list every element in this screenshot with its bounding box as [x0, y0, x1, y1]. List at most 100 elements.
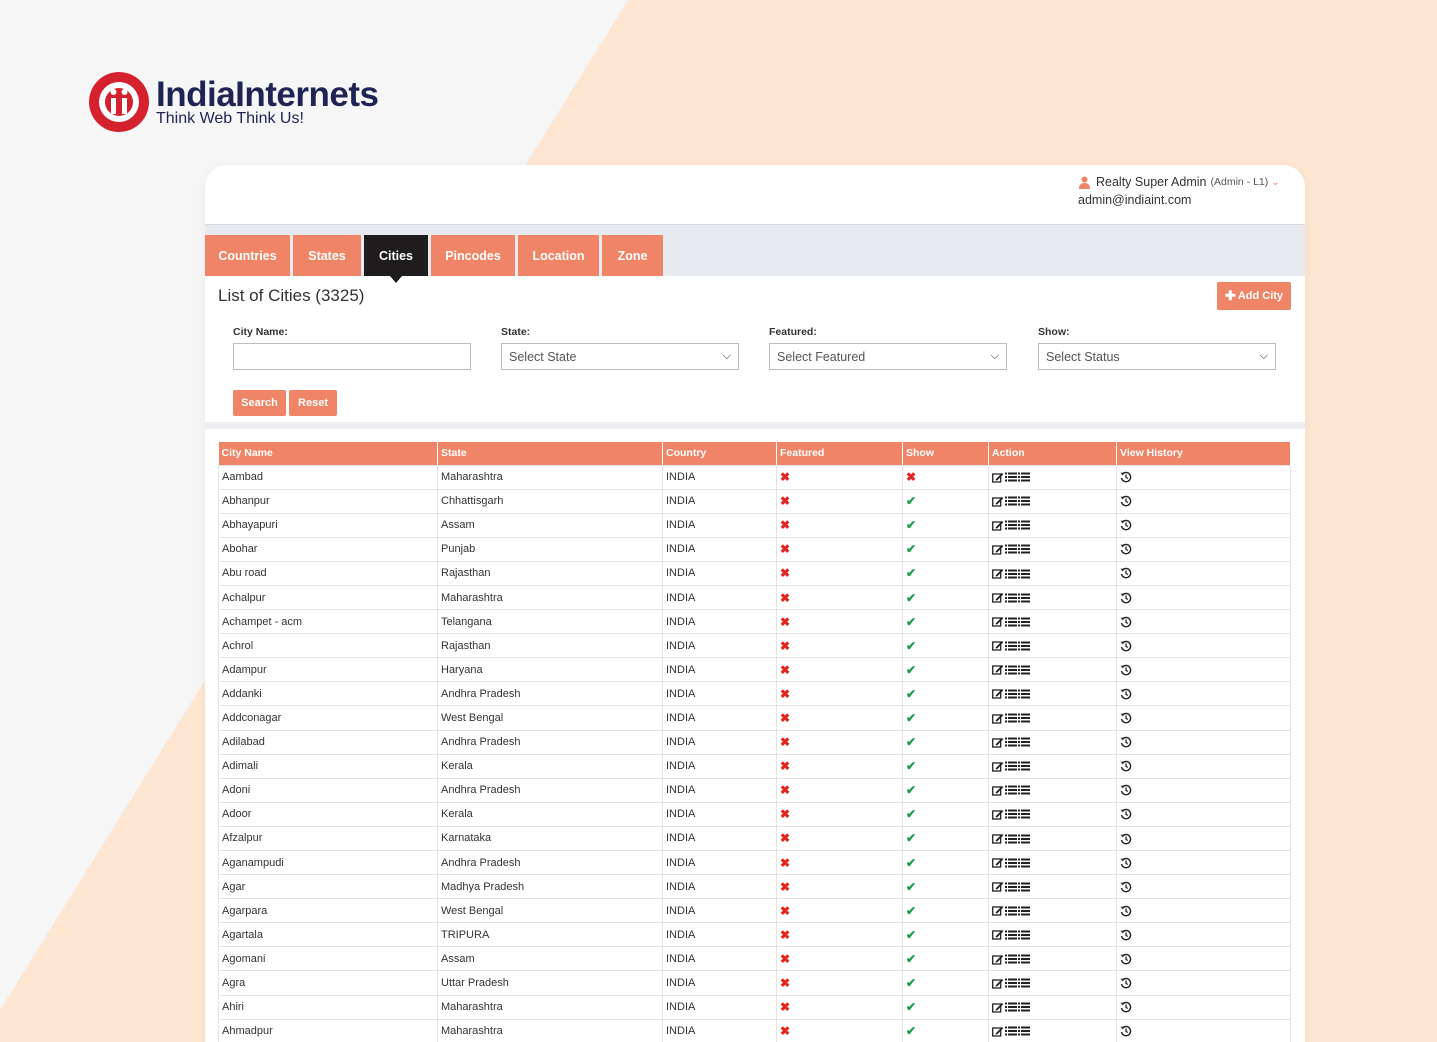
history-icon[interactable] — [1120, 808, 1133, 820]
list-icon[interactable] — [1005, 567, 1018, 579]
list-icon[interactable] — [1018, 760, 1031, 772]
check-icon[interactable]: ✔ — [906, 735, 916, 749]
list-icon[interactable] — [1005, 929, 1018, 941]
list-icon[interactable] — [1005, 543, 1018, 555]
list-icon[interactable] — [1018, 640, 1031, 652]
reset-button[interactable]: Reset — [289, 390, 337, 416]
list-icon[interactable] — [1005, 1025, 1018, 1037]
add-city-button[interactable]: ✚ Add City — [1217, 282, 1291, 310]
list-icon[interactable] — [1018, 543, 1031, 555]
check-icon[interactable]: ✔ — [906, 615, 916, 629]
tab-countries[interactable]: Countries — [205, 235, 290, 276]
col-city-name[interactable]: City Name — [218, 442, 438, 465]
edit-icon[interactable] — [992, 953, 1005, 965]
cross-icon[interactable]: ✖ — [780, 566, 790, 580]
col-state[interactable]: State — [437, 442, 663, 465]
cross-icon[interactable]: ✖ — [780, 470, 790, 484]
list-icon[interactable] — [1005, 832, 1018, 844]
check-icon[interactable]: ✔ — [906, 904, 916, 918]
edit-icon[interactable] — [992, 832, 1005, 844]
edit-icon[interactable] — [992, 640, 1005, 652]
history-icon[interactable] — [1120, 591, 1133, 603]
list-icon[interactable] — [1018, 857, 1031, 869]
check-icon[interactable]: ✔ — [906, 639, 916, 653]
tab-pincodes[interactable]: Pincodes — [431, 235, 515, 276]
check-icon[interactable]: ✔ — [906, 1024, 916, 1038]
cross-icon[interactable]: ✖ — [780, 518, 790, 532]
list-icon[interactable] — [1005, 592, 1018, 604]
history-icon[interactable] — [1120, 905, 1133, 917]
cross-icon[interactable]: ✖ — [780, 952, 790, 966]
search-button[interactable]: Search — [233, 390, 286, 416]
list-icon[interactable] — [1018, 471, 1031, 483]
edit-icon[interactable] — [992, 929, 1005, 941]
history-icon[interactable] — [1120, 688, 1133, 700]
cross-icon[interactable]: ✖ — [780, 807, 790, 821]
edit-icon[interactable] — [992, 857, 1005, 869]
edit-icon[interactable] — [992, 977, 1005, 989]
edit-icon[interactable] — [992, 905, 1005, 917]
history-icon[interactable] — [1120, 929, 1133, 941]
list-icon[interactable] — [1005, 905, 1018, 917]
list-icon[interactable] — [1018, 592, 1031, 604]
edit-icon[interactable] — [992, 1025, 1005, 1037]
check-icon[interactable]: ✔ — [906, 711, 916, 725]
history-icon[interactable] — [1120, 495, 1133, 507]
list-icon[interactable] — [1005, 857, 1018, 869]
list-icon[interactable] — [1005, 784, 1018, 796]
list-icon[interactable] — [1018, 881, 1031, 893]
cross-icon[interactable]: ✖ — [780, 928, 790, 942]
check-icon[interactable]: ✔ — [906, 687, 916, 701]
check-icon[interactable]: ✔ — [906, 856, 916, 870]
check-icon[interactable]: ✔ — [906, 518, 916, 532]
col-featured[interactable]: Featured — [776, 442, 903, 465]
history-icon[interactable] — [1120, 1001, 1133, 1013]
list-icon[interactable] — [1018, 688, 1031, 700]
check-icon[interactable]: ✔ — [906, 880, 916, 894]
check-icon[interactable]: ✔ — [906, 542, 916, 556]
list-icon[interactable] — [1018, 832, 1031, 844]
history-icon[interactable] — [1120, 760, 1133, 772]
check-icon[interactable]: ✔ — [906, 831, 916, 845]
check-icon[interactable]: ✔ — [906, 976, 916, 990]
history-icon[interactable] — [1120, 784, 1133, 796]
edit-icon[interactable] — [992, 1001, 1005, 1013]
cross-icon[interactable]: ✖ — [780, 904, 790, 918]
history-icon[interactable] — [1120, 736, 1133, 748]
check-icon[interactable]: ✔ — [906, 759, 916, 773]
tab-zone[interactable]: Zone — [602, 235, 663, 276]
city-name-input[interactable] — [233, 343, 471, 370]
edit-icon[interactable] — [992, 519, 1005, 531]
cross-icon[interactable]: ✖ — [780, 542, 790, 556]
cross-icon[interactable]: ✖ — [780, 591, 790, 605]
list-icon[interactable] — [1018, 495, 1031, 507]
chevron-down-icon[interactable]: ⌄ — [1271, 177, 1279, 188]
list-icon[interactable] — [1018, 1001, 1031, 1013]
col-country[interactable]: Country — [662, 442, 777, 465]
edit-icon[interactable] — [992, 495, 1005, 507]
cross-icon[interactable]: ✖ — [780, 976, 790, 990]
cross-icon[interactable]: ✖ — [780, 856, 790, 870]
cross-icon[interactable]: ✖ — [780, 735, 790, 749]
cross-icon[interactable]: ✖ — [780, 1024, 790, 1038]
edit-icon[interactable] — [992, 543, 1005, 555]
tab-location[interactable]: Location — [518, 235, 599, 276]
list-icon[interactable] — [1018, 736, 1031, 748]
list-icon[interactable] — [1018, 929, 1031, 941]
check-icon[interactable]: ✔ — [906, 783, 916, 797]
col-show[interactable]: Show — [902, 442, 989, 465]
list-icon[interactable] — [1005, 616, 1018, 628]
edit-icon[interactable] — [992, 736, 1005, 748]
list-icon[interactable] — [1018, 905, 1031, 917]
list-icon[interactable] — [1005, 471, 1018, 483]
edit-icon[interactable] — [992, 881, 1005, 893]
cross-icon[interactable]: ✖ — [780, 1000, 790, 1014]
list-icon[interactable] — [1005, 519, 1018, 531]
history-icon[interactable] — [1120, 712, 1133, 724]
history-icon[interactable] — [1120, 640, 1133, 652]
list-icon[interactable] — [1005, 808, 1018, 820]
edit-icon[interactable] — [992, 808, 1005, 820]
history-icon[interactable] — [1120, 1025, 1133, 1037]
cross-icon[interactable]: ✖ — [780, 880, 790, 894]
list-icon[interactable] — [1005, 1001, 1018, 1013]
